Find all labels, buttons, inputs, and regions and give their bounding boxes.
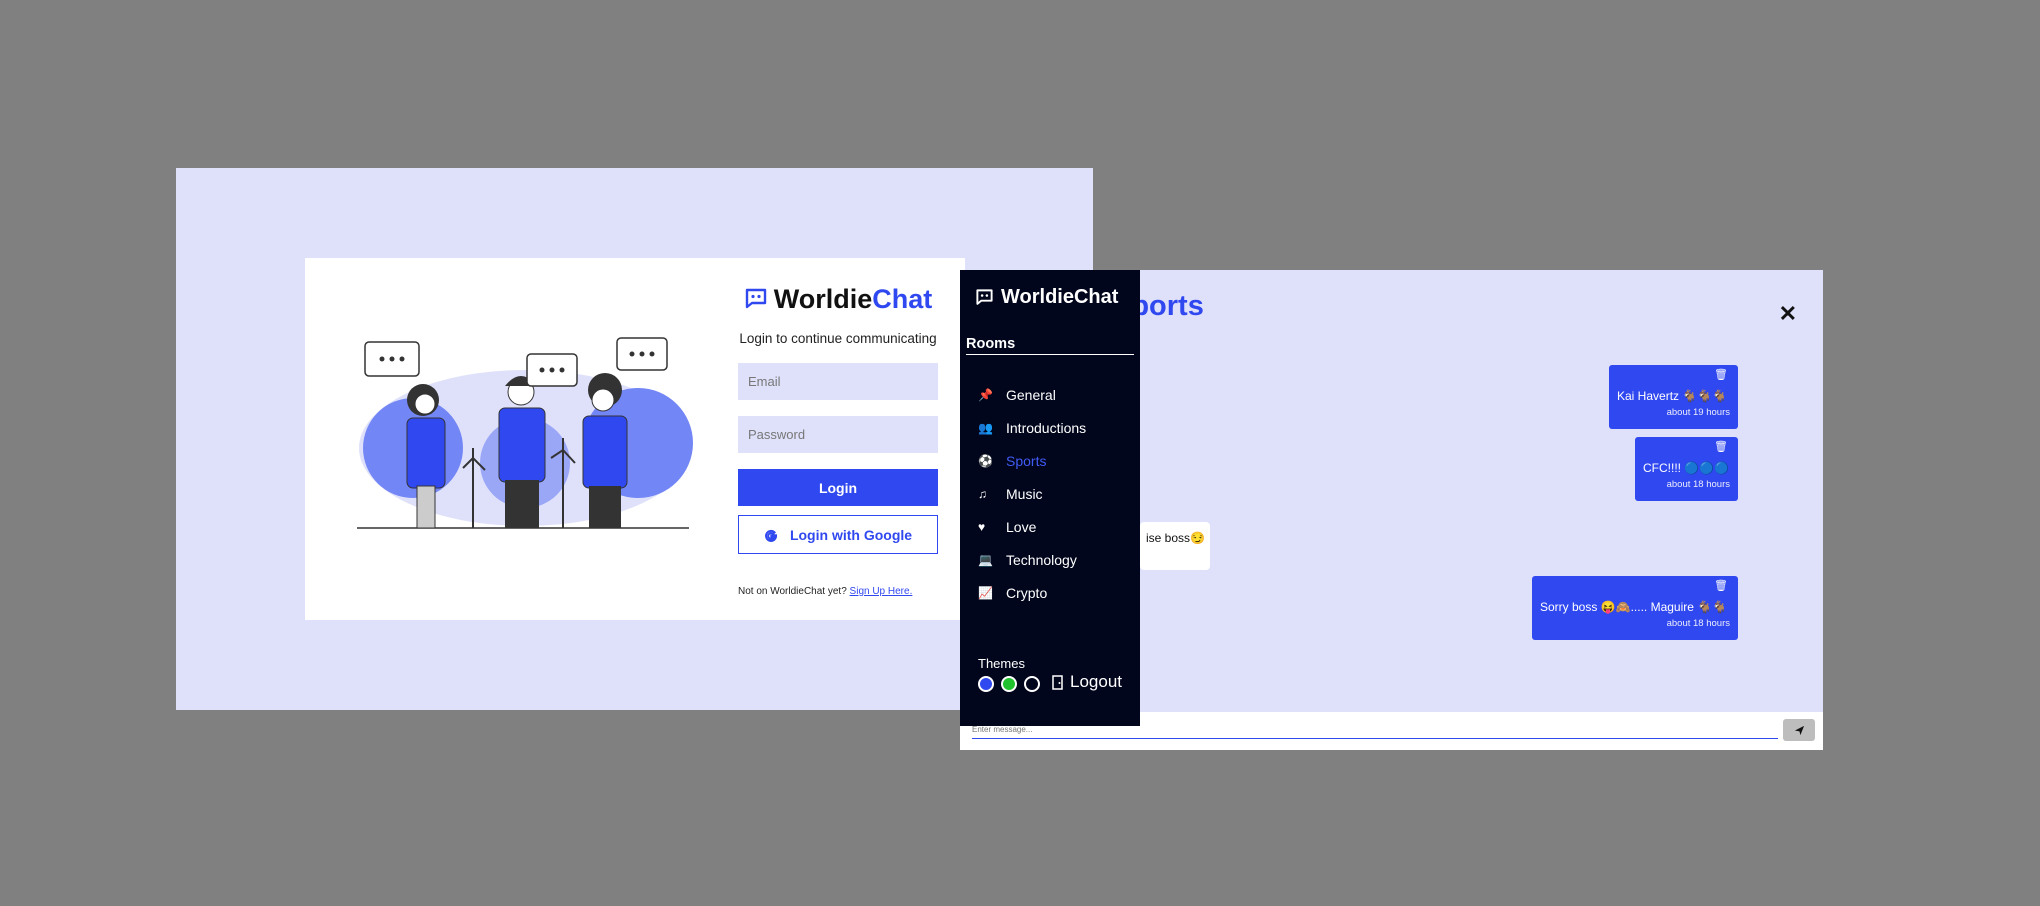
sidebar-item-sports[interactable]: ⚽ Sports	[978, 444, 1086, 477]
themes-label: Themes	[978, 656, 1025, 671]
email-field[interactable]	[738, 363, 938, 400]
room-list: 📌 General 👥 Introductions ⚽ Sports ♫ Mus…	[978, 378, 1086, 609]
football-icon: ⚽	[978, 453, 993, 468]
laptop-icon: 💻	[978, 552, 993, 567]
sidebar-item-technology[interactable]: 💻 Technology	[978, 543, 1086, 576]
login-tagline: Login to continue communicating	[739, 331, 937, 346]
message-text: CFC!!!! 🔵🔵🔵	[1643, 461, 1730, 475]
chat-bubble-icon	[745, 288, 766, 309]
theme-blue-button[interactable]	[978, 676, 994, 692]
login-window: WorldieChat Login to continue communicat…	[176, 168, 1093, 710]
login-card: WorldieChat Login to continue communicat…	[305, 258, 965, 620]
sidebar-brand-name: WorldieChat	[1001, 286, 1119, 308]
rooms-heading: Rooms	[966, 336, 1134, 355]
message-time: about 18 hours	[1666, 618, 1730, 629]
trash-icon[interactable]: 🗑	[1714, 440, 1728, 453]
message-time: about 19 hours	[1666, 407, 1730, 418]
send-icon	[1794, 725, 1804, 735]
signup-prompt: Not on WorldieChat yet? Sign Up Here.	[738, 586, 913, 597]
google-login-button[interactable]: Login with Google	[738, 515, 938, 554]
password-field[interactable]	[738, 416, 938, 453]
sidebar: WorldieChat Rooms 📌 General 👥 Introducti…	[960, 270, 1140, 726]
sidebar-item-love[interactable]: ♥ Love	[978, 510, 1086, 543]
pin-icon: 📌	[978, 387, 993, 402]
google-login-label: Login with Google	[789, 526, 913, 543]
chat-bubble-icon	[976, 289, 993, 305]
sidebar-item-general[interactable]: 📌 General	[978, 378, 1086, 411]
trash-icon[interactable]: 🗑	[1714, 579, 1728, 592]
close-icon[interactable]: ✕	[1779, 303, 1797, 325]
logout-button[interactable]: Logout	[1052, 672, 1122, 692]
message-bubble: 🗑 Sorry boss 😝🙈..... Maguire 🐐🐐 about 18…	[1532, 576, 1738, 640]
message-text: Sorry boss 😝🙈..... Maguire 🐐🐐	[1540, 600, 1728, 614]
users-icon: 👥	[978, 420, 993, 435]
sidebar-item-introductions[interactable]: 👥 Introductions	[978, 411, 1086, 444]
sidebar-brand: WorldieChat	[975, 286, 1118, 309]
google-icon	[765, 529, 777, 542]
message-bubble: 🗑 CFC!!!! 🔵🔵🔵 about 18 hours	[1635, 437, 1738, 501]
music-icon: ♫	[978, 486, 987, 501]
theme-dark-button[interactable]	[1024, 676, 1040, 692]
message-bubble-received: ise boss😏	[1140, 522, 1210, 570]
people-chatting-illustration	[357, 337, 693, 529]
login-button[interactable]: Login	[738, 469, 938, 506]
sidebar-item-music[interactable]: ♫ Music	[978, 477, 1086, 510]
themes-section: Themes	[978, 656, 1040, 692]
sidebar-item-crypto[interactable]: 📈 Crypto	[978, 576, 1086, 609]
heart-icon: ♥	[978, 519, 986, 534]
message-text: Kai Havertz 🐐🐐🐐	[1617, 389, 1728, 403]
message-bubble: 🗑 Kai Havertz 🐐🐐🐐 about 19 hours	[1609, 365, 1738, 429]
theme-green-button[interactable]	[1001, 676, 1017, 692]
send-button[interactable]	[1783, 719, 1815, 741]
brand-name: WorldieChat	[773, 283, 933, 314]
brand-logo: WorldieChat	[738, 282, 938, 316]
logout-label: Logout	[1070, 672, 1122, 691]
trash-icon[interactable]: 🗑	[1714, 368, 1728, 381]
theme-picker	[978, 676, 1040, 692]
message-time: about 18 hours	[1666, 479, 1730, 490]
login-form: WorldieChat Login to continue communicat…	[738, 282, 938, 597]
signup-link[interactable]: Sign Up Here.	[850, 586, 913, 597]
chart-icon: 📈	[978, 585, 993, 600]
door-icon	[1052, 674, 1063, 690]
